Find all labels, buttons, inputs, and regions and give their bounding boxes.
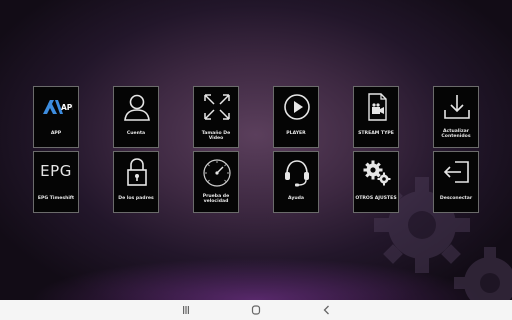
headset-icon xyxy=(285,160,309,187)
tile-label: Tamaño De Video xyxy=(201,131,231,142)
tile-player[interactable]: PLAYER xyxy=(273,86,319,148)
home-icon[interactable] xyxy=(249,304,263,316)
tile-label: Desconectar xyxy=(439,196,473,201)
tile-label: STREAM TYPE xyxy=(358,131,394,136)
tile-app[interactable]: APP APP xyxy=(33,86,79,148)
tile-prueba-velocidad[interactable]: Prueba de velocidad xyxy=(193,151,239,213)
tile-tamano-video[interactable]: Tamaño De Video xyxy=(193,86,239,148)
tile-label: Ayuda xyxy=(287,196,305,201)
video-file-icon xyxy=(368,93,387,121)
tile-label: Actualizar Contenidos xyxy=(441,129,471,140)
tile-label: De los padres xyxy=(118,196,154,201)
tile-actualizar-contenidos[interactable]: Actualizar Contenidos xyxy=(433,86,479,148)
speedometer-icon xyxy=(203,159,231,187)
tile-label: OTROS AJUSTES xyxy=(355,196,397,201)
lock-icon xyxy=(127,158,147,186)
user-icon xyxy=(124,94,150,121)
logout-icon xyxy=(443,161,469,183)
tile-label: APP xyxy=(50,131,62,136)
tile-label: Cuenta xyxy=(126,131,146,136)
app-logo-icon: APP xyxy=(43,100,73,114)
tile-stream-type[interactable]: STREAM TYPE xyxy=(353,86,399,148)
tile-desconectar[interactable]: Desconectar xyxy=(433,151,479,213)
tile-de-los-padres[interactable]: De los padres xyxy=(113,151,159,213)
play-icon xyxy=(284,94,310,120)
gears-icon xyxy=(363,160,391,186)
download-icon xyxy=(444,95,470,119)
system-navigation-bar xyxy=(0,300,512,320)
tile-label: Prueba de velocidad xyxy=(202,194,230,205)
tile-label: PLAYER xyxy=(286,131,306,136)
back-icon[interactable] xyxy=(320,304,334,316)
svg-text:APP: APP xyxy=(61,103,73,112)
expand-arrows-icon xyxy=(204,94,230,120)
main-background: APP APP Cuenta Tamaño De Video PLAYER xyxy=(0,0,512,300)
tile-label: EPG Timeshift xyxy=(37,196,75,201)
tile-otros-ajustes[interactable]: OTROS AJUSTES xyxy=(353,151,399,213)
recents-icon[interactable] xyxy=(179,304,193,316)
epg-text-icon: EPG xyxy=(40,162,72,180)
tile-cuenta[interactable]: Cuenta xyxy=(113,86,159,148)
tile-epg-timeshift[interactable]: EPG EPG Timeshift xyxy=(33,151,79,213)
tile-ayuda[interactable]: Ayuda xyxy=(273,151,319,213)
